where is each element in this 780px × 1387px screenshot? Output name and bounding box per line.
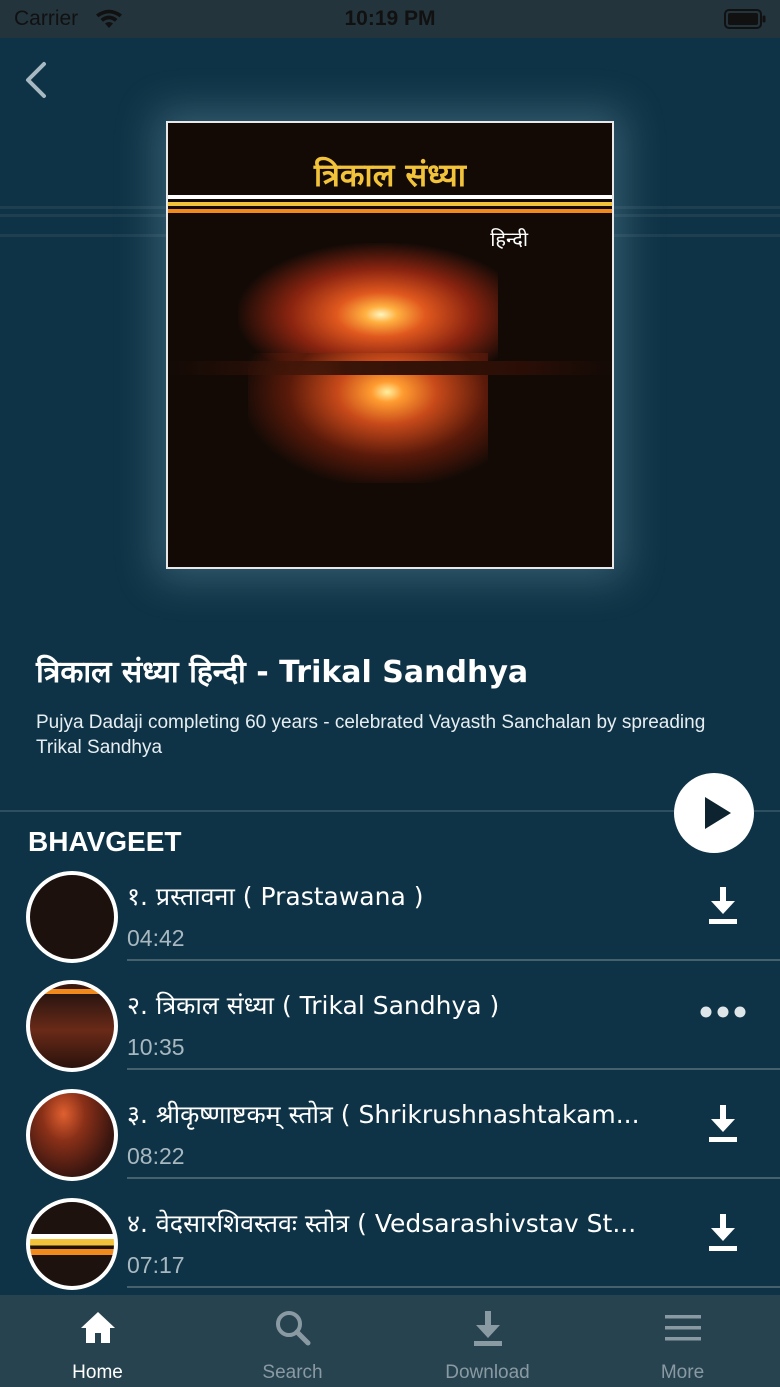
track-title: २. त्रिकाल संध्या ( Trikal Sandhya ): [127, 991, 500, 1020]
track-row[interactable]: २. त्रिकाल संध्या ( Trikal Sandhya ) 10:…: [0, 980, 780, 1089]
track-thumbnail: [26, 871, 118, 963]
tab-label: More: [660, 1362, 705, 1383]
tab-label: Download: [445, 1362, 530, 1383]
album-cover: त्रिकाल संध्या हिन्दी: [166, 121, 614, 569]
download-icon[interactable]: [696, 881, 750, 931]
track-row[interactable]: ४. वेदसारशिवस्तवः स्तोत्र ( Vedsarashivs…: [0, 1198, 780, 1307]
download-icon[interactable]: [696, 1099, 750, 1149]
download-icon[interactable]: [696, 1208, 750, 1258]
status-time: 10:19 PM: [344, 7, 436, 30]
tab-label: Home: [72, 1362, 123, 1383]
cover-stripes: [168, 195, 612, 221]
tab-bar: Home Search Download More: [0, 1295, 780, 1387]
track-thumbnail: [26, 980, 118, 1072]
more-dots-icon[interactable]: [696, 990, 750, 1040]
cover-subtitle: हिन्दी: [490, 227, 528, 251]
tab-home[interactable]: Home: [0, 1295, 195, 1387]
album-title: त्रिकाल संध्या हिन्दी - Trikal Sandhya: [36, 655, 529, 690]
tab-download[interactable]: Download: [390, 1295, 585, 1387]
menu-icon: [665, 1315, 701, 1341]
tab-label: Search: [262, 1362, 323, 1383]
status-bar: Carrier 10:19 PM: [0, 0, 780, 38]
tab-more[interactable]: More: [585, 1295, 780, 1387]
track-duration: 08:22: [127, 1143, 185, 1169]
track-duration: 10:35: [127, 1034, 185, 1060]
album-description: Pujya Dadaji completing 60 years - celeb…: [36, 712, 706, 758]
track-title: ३. श्रीकृष्णाष्टकम् स्तोत्र ( Shrikrushn…: [127, 1100, 640, 1129]
track-title: १. प्रस्तावना ( Prastawana ): [127, 882, 424, 911]
divider: [0, 810, 780, 812]
section-title: BHAVGEET: [28, 826, 182, 857]
track-thumbnail: [26, 1198, 118, 1290]
play-all-button[interactable]: [674, 773, 754, 853]
tab-search[interactable]: Search: [195, 1295, 390, 1387]
track-duration: 04:42: [127, 925, 185, 951]
back-button[interactable]: [18, 58, 54, 102]
play-icon: [705, 797, 731, 829]
track-row[interactable]: ३. श्रीकृष्णाष्टकम् स्तोत्र ( Shrikrushn…: [0, 1089, 780, 1198]
cover-title: त्रिकाल संध्या: [313, 156, 467, 194]
home-icon: [81, 1312, 115, 1343]
track-row[interactable]: १. प्रस्तावना ( Prastawana ) 04:42: [0, 871, 780, 980]
battery-icon: [724, 9, 766, 29]
download-icon: [474, 1311, 502, 1346]
search-icon: [276, 1311, 311, 1346]
track-title: ४. वेदसारशिवस्तवः स्तोत्र ( Vedsarashivs…: [127, 1209, 637, 1238]
track-duration: 07:17: [127, 1252, 185, 1278]
track-thumbnail: [26, 1089, 118, 1181]
